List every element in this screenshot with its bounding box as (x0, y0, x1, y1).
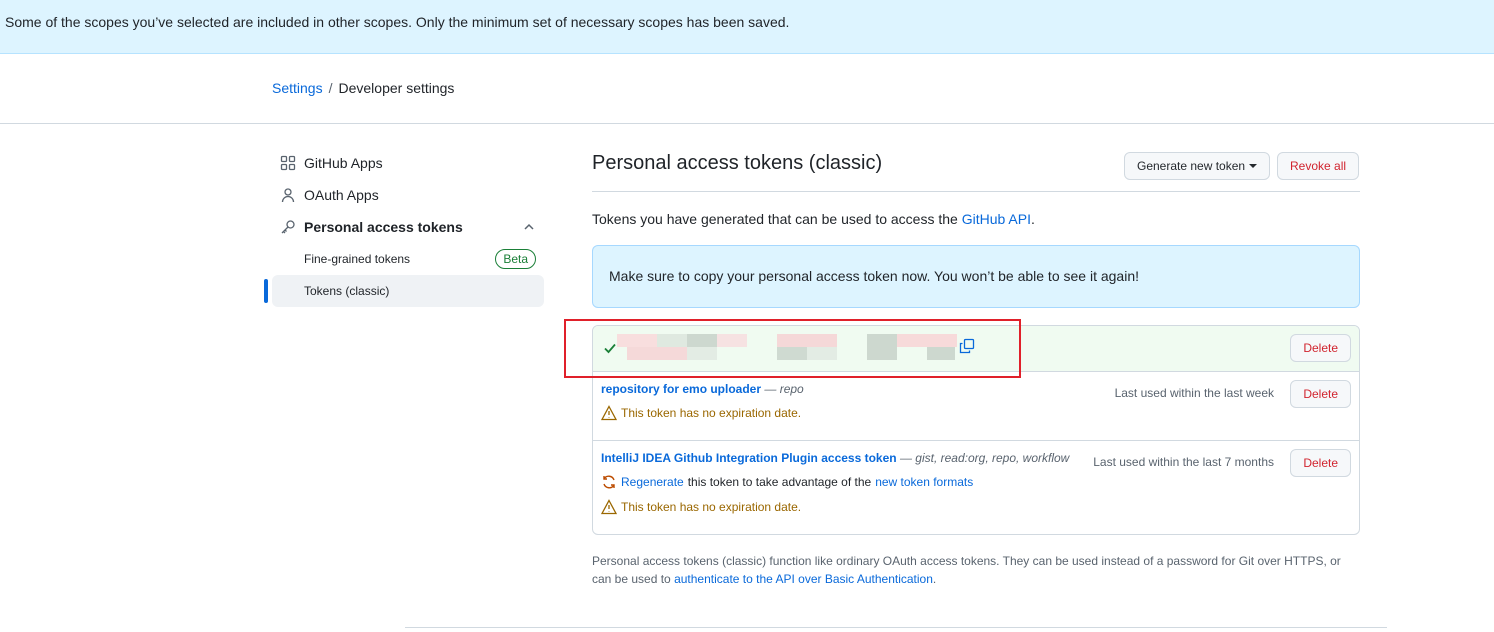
chevron-up-icon[interactable] (522, 220, 536, 234)
sidebar-item-personal-access-tokens[interactable]: Personal access tokens (272, 211, 544, 243)
new-token-formats-link[interactable]: new token formats (875, 475, 973, 489)
sidebar-item-label: Tokens (classic) (304, 284, 390, 298)
key-icon (280, 219, 296, 235)
regenerate-link[interactable]: Regenerate (621, 475, 684, 489)
expiration-warning: This token has no expiration date. (601, 405, 1351, 421)
tokens-description: Tokens you have generated that can be us… (592, 211, 1360, 227)
caret-down-icon (1249, 164, 1258, 168)
header-divider (0, 123, 1494, 124)
revoke-all-button[interactable]: Revoke all (1277, 152, 1360, 180)
delete-button[interactable]: Delete (1290, 449, 1351, 477)
copy-token-notice: Make sure to copy your personal access t… (592, 245, 1360, 308)
token-scopes: — gist, read:org, repo, workflow (896, 451, 1070, 465)
sync-icon (603, 475, 615, 489)
sidebar-item-label: GitHub Apps (304, 155, 383, 171)
token-name-link[interactable]: IntelliJ IDEA Github Integration Plugin … (601, 451, 897, 465)
token-row: repository for emo uploader — repo Last … (593, 371, 1359, 440)
sidebar-item-fine-grained-tokens[interactable]: Fine-grained tokens Beta (272, 243, 544, 275)
last-used-text: Last used within the last 7 months (1093, 455, 1274, 469)
apps-icon (280, 155, 296, 171)
expiration-warning: This token has no expiration date. (601, 499, 1351, 515)
sidebar-item-github-apps[interactable]: GitHub Apps (272, 147, 544, 179)
generate-button-label: Generate new token (1137, 159, 1246, 173)
token-scopes: — repo (761, 382, 804, 396)
warning-text: This token has no expiration date. (621, 406, 802, 420)
beta-badge: Beta (495, 249, 536, 269)
generate-new-token-button[interactable]: Generate new token (1124, 152, 1271, 180)
classic-tokens-footnote: Personal access tokens (classic) functio… (592, 552, 1360, 588)
footer-divider (405, 627, 1387, 628)
active-indicator (264, 279, 268, 303)
developer-settings-sidebar: GitHub Apps OAuth Apps Personal access t… (264, 147, 544, 307)
github-api-link[interactable]: GitHub API (962, 211, 1031, 227)
basic-auth-link[interactable]: authenticate to the API over Basic Authe… (674, 572, 933, 586)
scopes-flash-banner: Some of the scopes you’ve selected are i… (0, 0, 1494, 54)
breadcrumb-current: Developer settings (338, 80, 455, 96)
alert-icon (601, 499, 617, 515)
sidebar-item-label: OAuth Apps (304, 187, 379, 203)
flash-message: Some of the scopes you’ve selected are i… (5, 14, 790, 30)
person-icon (280, 187, 296, 203)
breadcrumb-separator: / (328, 80, 333, 96)
highlight-annotation-box (564, 319, 1021, 378)
notice-text: Make sure to copy your personal access t… (609, 268, 1139, 284)
warning-text: This token has no expiration date. (621, 500, 802, 514)
regenerate-text: this token to take advantage of the (687, 475, 872, 489)
alert-icon (601, 405, 617, 421)
regenerate-notice: Regenerate this token to take advantage … (601, 474, 1351, 490)
description-text: Tokens you have generated that can be us… (592, 211, 962, 227)
sidebar-item-label: Personal access tokens (304, 219, 463, 235)
sidebar-item-oauth-apps[interactable]: OAuth Apps (272, 179, 544, 211)
description-suffix: . (1030, 211, 1035, 227)
page-header: Personal access tokens (classic) Generat… (592, 147, 1360, 192)
last-used-text: Last used within the last week (1114, 386, 1274, 400)
delete-button[interactable]: Delete (1290, 380, 1351, 408)
delete-button[interactable]: Delete (1290, 334, 1351, 362)
token-row: IntelliJ IDEA Github Integration Plugin … (593, 440, 1359, 534)
token-name-link[interactable]: repository for emo uploader (601, 382, 761, 396)
sidebar-item-label: Fine-grained tokens (304, 252, 411, 266)
breadcrumb-settings-link[interactable]: Settings (272, 80, 323, 96)
footnote-suffix: . (932, 572, 937, 586)
breadcrumb: Settings / Developer settings (272, 80, 454, 96)
sidebar-item-tokens-classic[interactable]: Tokens (classic) (264, 275, 544, 307)
